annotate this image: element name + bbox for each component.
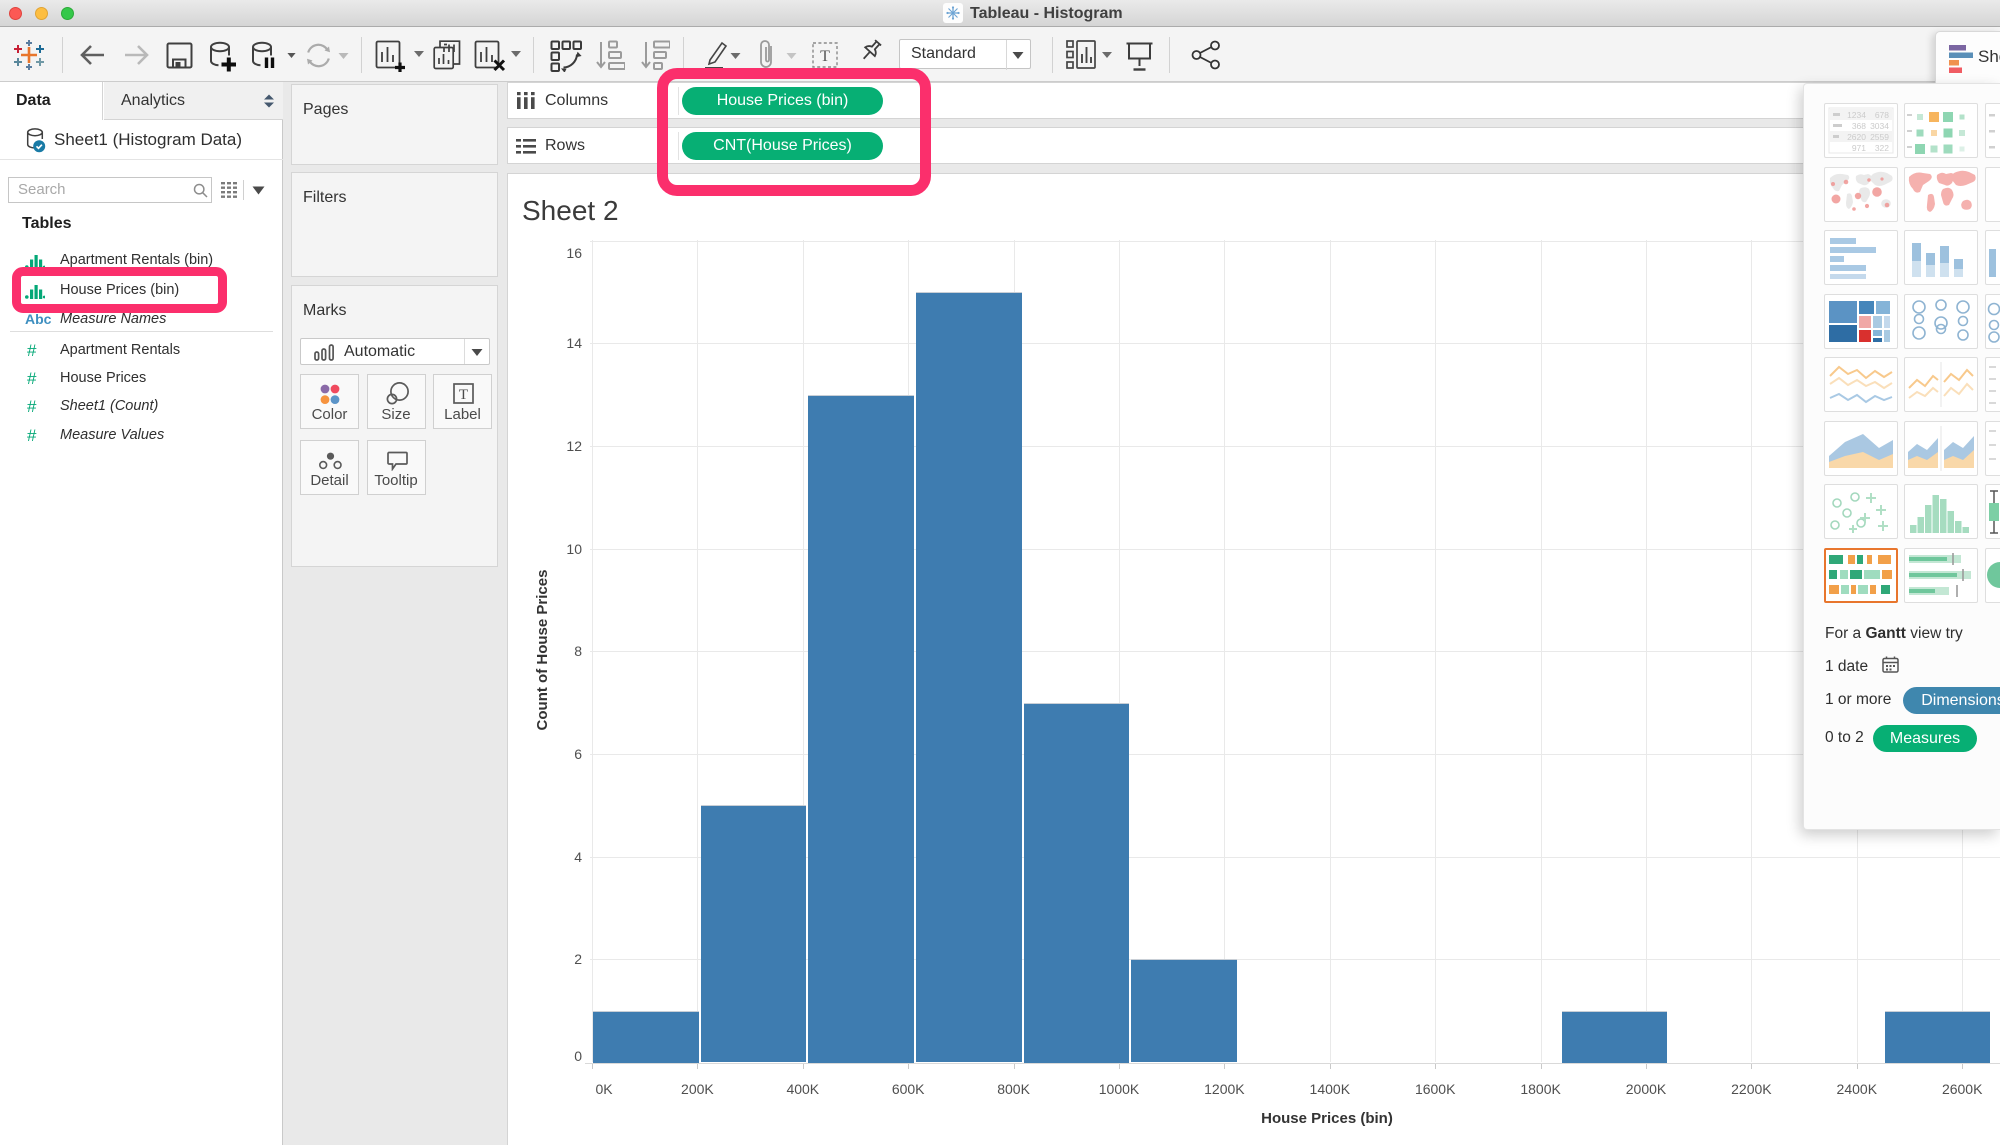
svg-text:322: 322 <box>1874 143 1888 153</box>
svg-text:368: 368 <box>1851 121 1865 131</box>
svg-text:2620: 2620 <box>1847 132 1866 142</box>
svg-text:2559: 2559 <box>1870 132 1889 142</box>
svg-text:678: 678 <box>1874 110 1888 120</box>
svg-text:3034: 3034 <box>1870 121 1889 131</box>
svg-text:971: 971 <box>1851 143 1865 153</box>
svg-text:T: T <box>459 387 468 403</box>
svg-text:T: T <box>820 48 830 65</box>
svg-text:1234: 1234 <box>1847 110 1866 120</box>
